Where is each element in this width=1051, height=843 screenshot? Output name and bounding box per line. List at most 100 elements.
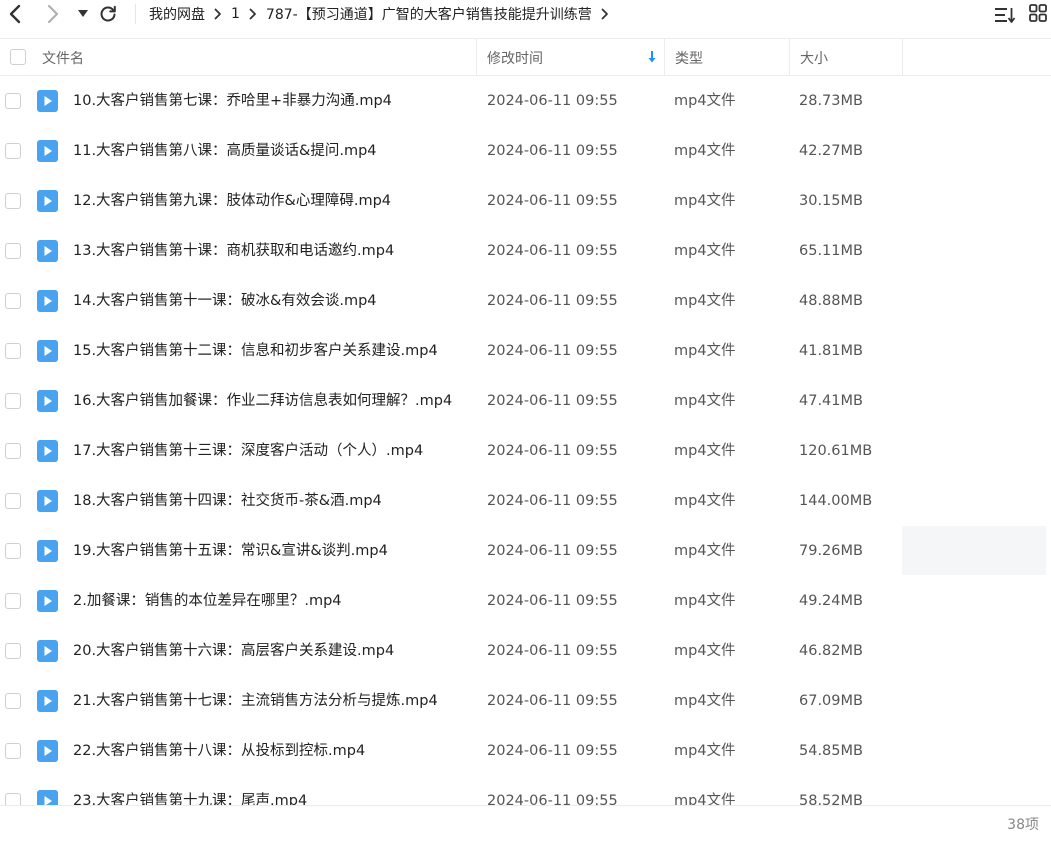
grid-view-icon	[1029, 4, 1047, 22]
file-name[interactable]: 23.大客户销售第十九课：尾声.mp4	[73, 776, 307, 805]
video-file-icon	[37, 90, 58, 112]
back-button[interactable]	[4, 2, 26, 26]
file-modified-time: 2024-06-11 09:55	[487, 793, 618, 805]
file-name[interactable]: 20.大客户销售第十六课：高层客户关系建设.mp4	[73, 626, 394, 676]
video-file-icon	[37, 740, 58, 762]
file-row[interactable]: 22.大客户销售第十八课：从投标到控标.mp4 2024-06-11 09:55 m…	[0, 726, 1051, 776]
chevron-left-icon	[9, 4, 21, 24]
file-row[interactable]: 19.大客户销售第十五课：常识&宣讲&谈判.mp4 2024-06-11 09:5…	[0, 526, 1051, 576]
file-modified-time: 2024-06-11 09:55	[487, 443, 618, 459]
row-checkbox[interactable]	[5, 493, 21, 509]
video-file-icon	[37, 690, 58, 712]
file-row[interactable]: 16.大客户销售加餐课：作业二拜访信息表如何理解？.mp4 2024-06-11 …	[0, 376, 1051, 426]
file-name[interactable]: 15.大客户销售第十二课：信息和初步客户关系建设.mp4	[73, 326, 438, 376]
row-checkbox[interactable]	[5, 393, 21, 409]
column-header-type[interactable]: 类型	[665, 39, 790, 76]
file-row[interactable]: 20.大客户销售第十六课：高层客户关系建设.mp4 2024-06-11 09:5…	[0, 626, 1051, 676]
column-header-type-label: 类型	[675, 50, 703, 67]
breadcrumb-expand-icon[interactable]	[601, 8, 609, 20]
file-row[interactable]: 10.大客户销售第七课：乔哈里+非暴力沟通.mp4 2024-06-11 09:5…	[0, 76, 1051, 126]
video-file-icon	[37, 490, 58, 512]
file-row[interactable]: 14.大客户销售第十一课：破冰&有效会谈.mp4 2024-06-11 09:55…	[0, 276, 1051, 326]
file-modified-time: 2024-06-11 09:55	[487, 493, 618, 509]
file-name[interactable]: 10.大客户销售第七课：乔哈里+非暴力沟通.mp4	[73, 76, 392, 126]
file-row[interactable]: 2.加餐课：销售的本位差异在哪里？.mp4 2024-06-11 09:55 mp4…	[0, 576, 1051, 626]
file-size: 46.82MB	[799, 643, 863, 659]
file-row[interactable]: 18.大客户销售第十四课：社交货币-茶&酒.mp4 2024-06-11 09:5…	[0, 476, 1051, 526]
file-name[interactable]: 17.大客户销售第十三课：深度客户活动（个人）.mp4	[73, 426, 423, 476]
file-name[interactable]: 13.大客户销售第十课：商机获取和电话邀约.mp4	[73, 226, 394, 276]
forward-button[interactable]	[42, 2, 64, 26]
breadcrumb-separator-icon	[214, 8, 222, 20]
row-checkbox[interactable]	[5, 293, 21, 309]
file-type: mp4文件	[674, 393, 736, 409]
breadcrumb-item-root[interactable]: 我的网盘	[149, 4, 205, 24]
file-name[interactable]: 14.大客户销售第十一课：破冰&有效会谈.mp4	[73, 276, 377, 326]
file-size: 41.81MB	[799, 343, 863, 359]
video-file-icon	[37, 240, 58, 262]
history-dropdown-button[interactable]	[74, 2, 92, 26]
video-file-icon	[37, 640, 58, 662]
video-file-icon	[37, 340, 58, 362]
sort-button[interactable]	[994, 4, 1016, 26]
toolbar-divider	[135, 4, 136, 24]
sort-list-icon	[995, 8, 1016, 23]
file-name[interactable]: 11.大客户销售第八课：高质量谈话&提问.mp4	[73, 126, 377, 176]
select-all-checkbox[interactable]	[10, 49, 26, 65]
column-header-size[interactable]: 大小	[790, 39, 903, 76]
file-name[interactable]: 12.大客户销售第九课：肢体动作&心理障碍.mp4	[73, 176, 391, 226]
file-name[interactable]: 16.大客户销售加餐课：作业二拜访信息表如何理解？.mp4	[73, 376, 452, 426]
file-row[interactable]: 17.大客户销售第十三课：深度客户活动（个人）.mp4 2024-06-11 09…	[0, 426, 1051, 476]
column-divider[interactable]	[902, 39, 903, 76]
header-select-all-cell	[0, 39, 34, 76]
row-checkbox[interactable]	[5, 543, 21, 559]
file-size: 67.09MB	[799, 693, 863, 709]
file-row[interactable]: 12.大客户销售第九课：肢体动作&心理障碍.mp4 2024-06-11 09:5…	[0, 176, 1051, 226]
column-header-size-label: 大小	[800, 50, 828, 67]
row-checkbox[interactable]	[5, 593, 21, 609]
row-checkbox[interactable]	[5, 793, 21, 805]
video-file-icon	[37, 440, 58, 462]
file-row[interactable]: 23.大客户销售第十九课：尾声.mp4 2024-06-11 09:55 mp4文件…	[0, 776, 1051, 805]
file-type: mp4文件	[674, 293, 736, 309]
file-name[interactable]: 19.大客户销售第十五课：常识&宣讲&谈判.mp4	[73, 526, 388, 576]
breadcrumb-item-folder-1[interactable]: 1	[231, 6, 240, 22]
file-type: mp4文件	[674, 243, 736, 259]
file-size: 79.26MB	[799, 543, 863, 559]
row-checkbox[interactable]	[5, 693, 21, 709]
file-type: mp4文件	[674, 93, 736, 109]
row-checkbox[interactable]	[5, 243, 21, 259]
row-checkbox[interactable]	[5, 743, 21, 759]
file-modified-time: 2024-06-11 09:55	[487, 593, 618, 609]
file-row[interactable]: 11.大客户销售第八课：高质量谈话&提问.mp4 2024-06-11 09:55…	[0, 126, 1051, 176]
file-size: 65.11MB	[799, 243, 863, 259]
refresh-button[interactable]	[97, 2, 119, 26]
refresh-icon	[100, 5, 116, 22]
file-modified-time: 2024-06-11 09:55	[487, 293, 618, 309]
file-type: mp4文件	[674, 693, 736, 709]
file-row[interactable]: 13.大客户销售第十课：商机获取和电话邀约.mp4 2024-06-11 09:5…	[0, 226, 1051, 276]
breadcrumb-item-current[interactable]: 787-【预习通道】广智的大客户销售技能提升训练营	[266, 4, 592, 24]
row-checkbox[interactable]	[5, 143, 21, 159]
file-name[interactable]: 2.加餐课：销售的本位差异在哪里？.mp4	[73, 576, 342, 626]
row-checkbox[interactable]	[5, 343, 21, 359]
file-row[interactable]: 15.大客户销售第十二课：信息和初步客户关系建设.mp4 2024-06-11 0…	[0, 326, 1051, 376]
file-name[interactable]: 21.大客户销售第十七课：主流销售方法分析与提炼.mp4	[73, 676, 438, 726]
row-checkbox[interactable]	[5, 193, 21, 209]
grid-view-button[interactable]	[1029, 4, 1051, 26]
file-row[interactable]: 21.大客户销售第十七课：主流销售方法分析与提炼.mp4 2024-06-11 0…	[0, 676, 1051, 726]
row-checkbox[interactable]	[5, 643, 21, 659]
row-checkbox[interactable]	[5, 93, 21, 109]
video-file-icon	[37, 790, 58, 805]
file-type: mp4文件	[674, 743, 736, 759]
file-name[interactable]: 22.大客户销售第十八课：从投标到控标.mp4	[73, 726, 365, 776]
column-header-modified[interactable]: 修改时间	[477, 39, 665, 76]
file-name[interactable]: 18.大客户销售第十四课：社交货币-茶&酒.mp4	[73, 476, 382, 526]
column-header-name[interactable]: 文件名	[34, 39, 477, 76]
file-type: mp4文件	[674, 793, 736, 805]
column-header-modified-label: 修改时间	[487, 50, 543, 67]
file-type: mp4文件	[674, 443, 736, 459]
file-size: 144.00MB	[799, 493, 873, 509]
file-type: mp4文件	[674, 143, 736, 159]
row-checkbox[interactable]	[5, 443, 21, 459]
